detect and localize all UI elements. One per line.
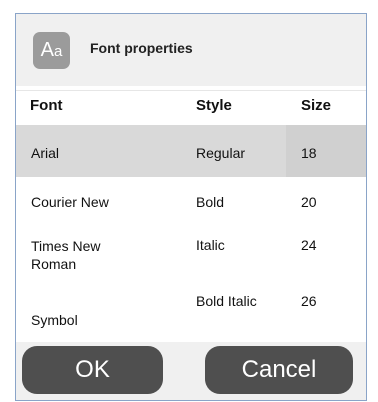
- list-row-3[interactable]: Times New Roman Italic 24: [16, 227, 366, 285]
- list-row-1[interactable]: Arial Regular 18: [16, 125, 366, 177]
- size-option-24[interactable]: 24: [301, 237, 317, 253]
- cancel-button[interactable]: Cancel: [205, 346, 353, 394]
- style-option-regular[interactable]: Regular: [196, 145, 245, 161]
- column-header-font: Font: [30, 97, 63, 114]
- size-option-26[interactable]: 26: [301, 293, 317, 309]
- column-header-size: Size: [301, 97, 332, 114]
- style-option-bold-italic[interactable]: Bold Italic: [196, 293, 257, 309]
- font-aa-icon: Aa: [33, 32, 70, 69]
- size-option-20[interactable]: 20: [301, 194, 317, 210]
- style-option-bold[interactable]: Bold: [196, 194, 224, 210]
- dialog-header: Aa Font properties: [16, 14, 366, 86]
- size-option-18[interactable]: 18: [301, 145, 317, 161]
- list-row-4[interactable]: Symbol Bold Italic 26: [16, 285, 366, 342]
- column-headers: Font Style Size: [16, 90, 366, 125]
- list-row-2[interactable]: Courier New Bold 20: [16, 177, 366, 227]
- dialog-button-bar: OK Cancel: [16, 342, 366, 400]
- font-option-arial[interactable]: Arial: [31, 145, 59, 161]
- dialog-title: Font properties: [90, 40, 193, 56]
- ok-button[interactable]: OK: [22, 346, 163, 394]
- font-option-courier-new[interactable]: Courier New: [31, 194, 109, 210]
- size-selection-highlight: [286, 125, 366, 177]
- font-properties-dialog: Aa Font properties Font Style Size Arial…: [15, 13, 367, 401]
- font-option-times-new-roman[interactable]: Times New Roman: [31, 237, 141, 273]
- style-option-italic[interactable]: Italic: [196, 237, 225, 253]
- column-header-style: Style: [196, 97, 232, 114]
- font-option-symbol[interactable]: Symbol: [31, 312, 78, 328]
